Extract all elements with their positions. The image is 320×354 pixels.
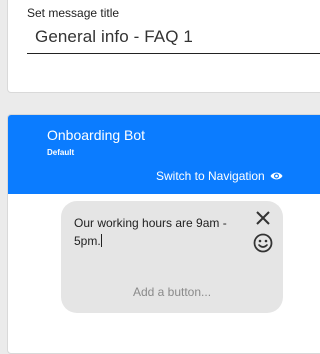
smiley-icon[interactable] — [253, 233, 273, 253]
text-caret — [100, 234, 102, 247]
add-button-placeholder[interactable]: Add a button... — [61, 285, 283, 299]
switch-to-navigation-label[interactable]: Switch to Navigation — [156, 169, 265, 183]
message-title-input[interactable]: General info - FAQ 1 — [27, 19, 320, 54]
switch-to-navigation-button[interactable]: Switch to Navigation — [156, 168, 283, 184]
eye-icon[interactable] — [270, 171, 283, 181]
bot-name: Onboarding Bot — [47, 127, 146, 143]
message-title-value[interactable]: General info - FAQ 1 — [35, 27, 193, 47]
bot-subtitle: Default — [47, 148, 75, 157]
close-icon[interactable] — [254, 209, 272, 227]
message-text[interactable]: Our working hours are 9am - 5pm. — [74, 216, 227, 248]
message-bubble[interactable]: Our working hours are 9am - 5pm. Add a b… — [61, 201, 283, 313]
bot-header: Onboarding Bot Default Switch to Navigat… — [8, 115, 320, 194]
message-text-editor[interactable]: Our working hours are 9am - 5pm. — [74, 214, 246, 250]
message-title-label: Set message title — [27, 6, 120, 20]
message-title-card: Set message title General info - FAQ 1 — [7, 0, 320, 93]
